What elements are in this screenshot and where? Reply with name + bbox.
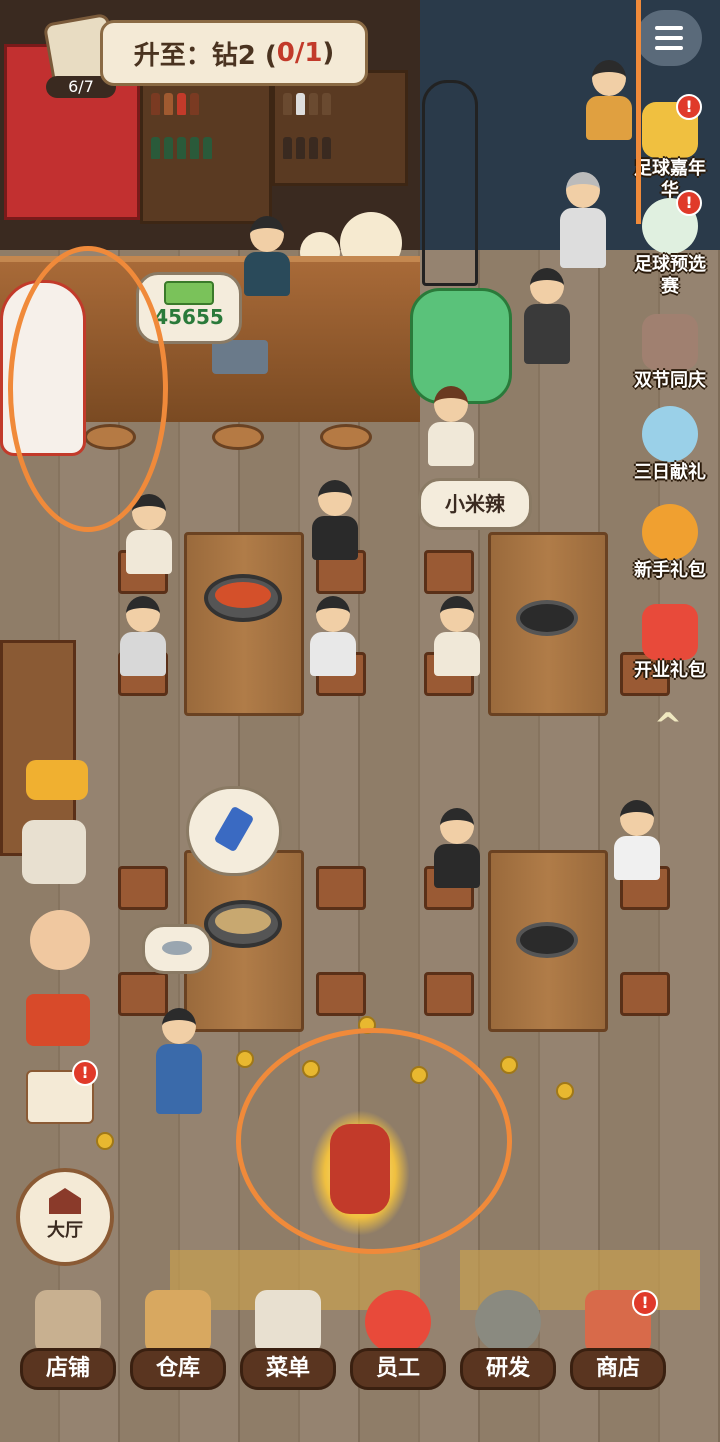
nav-label: 菜单 — [240, 1348, 336, 1390]
hamburger-icon — [655, 26, 683, 30]
seated-customer[interactable] — [434, 808, 480, 888]
event-label: 新手礼包 — [634, 560, 706, 581]
waitress-character[interactable] — [154, 1008, 204, 1128]
chair — [424, 550, 474, 594]
gold-coin[interactable] — [96, 1132, 114, 1150]
event-double-festival[interactable]: 双节同庆 — [626, 314, 714, 392]
event-label: 双节同庆 — [634, 370, 706, 391]
nav-store[interactable]: 商店 ! — [568, 1290, 668, 1400]
event-badge: ! — [676, 190, 702, 216]
goal-prefix: 升至： — [133, 40, 212, 71]
delivery-car-icon[interactable] — [26, 760, 88, 800]
main-menu-button[interactable] — [636, 10, 702, 66]
collapse-events-button[interactable]: ^ — [648, 704, 688, 746]
chair — [620, 972, 670, 1016]
bottle-shelf — [140, 70, 272, 224]
store-badge: ! — [632, 1290, 658, 1316]
nav-menu[interactable]: 菜单 — [238, 1290, 338, 1400]
nav-label: 商店 — [570, 1348, 666, 1390]
laptop — [212, 340, 268, 374]
goal-progress: 0/1 — [276, 38, 323, 68]
customer-walking[interactable] — [556, 172, 610, 282]
gold-coin[interactable] — [556, 1082, 574, 1100]
seated-customer[interactable] — [312, 480, 358, 560]
cash-icon — [164, 281, 214, 305]
annotation-circle — [236, 1028, 512, 1254]
delivery-rider-icon[interactable] — [22, 820, 86, 884]
festival-sign-icon — [642, 314, 698, 370]
hotpot-dish[interactable] — [204, 574, 282, 622]
fish-icon — [162, 941, 192, 955]
nav-staff[interactable]: 员工 — [348, 1290, 448, 1400]
event-three-day-gift[interactable]: 三日献礼 — [626, 406, 714, 484]
storefront-icon — [35, 1290, 101, 1354]
seated-customer[interactable] — [310, 596, 356, 676]
seated-customer[interactable] — [120, 596, 166, 676]
clipboard-icon — [255, 1290, 321, 1354]
nav-research[interactable]: 研发 — [458, 1290, 558, 1400]
chef-avatar-icon — [365, 1290, 431, 1354]
bar-stool — [212, 424, 264, 450]
annotation-circle — [8, 246, 168, 532]
gold-coin[interactable] — [236, 1050, 254, 1068]
cleanup-request-bubble[interactable] — [186, 786, 282, 876]
customer-child[interactable] — [428, 386, 474, 466]
event-label: 三日献礼 — [634, 462, 706, 483]
nav-shop-front[interactable]: 店铺 — [18, 1290, 118, 1400]
empty-burner — [516, 600, 578, 636]
cashier-character[interactable] — [244, 216, 290, 296]
broom-icon — [213, 805, 255, 853]
plant-cage — [422, 80, 478, 286]
nav-warehouse[interactable]: 仓库 — [128, 1290, 228, 1400]
book-badge: ! — [72, 1060, 98, 1086]
event-badge: ! — [676, 94, 702, 120]
nav-label: 店铺 — [20, 1348, 116, 1390]
nav-label: 仓库 — [130, 1348, 226, 1390]
nav-label: 员工 — [350, 1348, 446, 1390]
chair — [316, 866, 366, 910]
hotpot-dish[interactable] — [204, 900, 282, 948]
chair — [424, 972, 474, 1016]
chair — [118, 866, 168, 910]
event-opening-pack[interactable]: 开业礼包 — [626, 604, 714, 682]
fish-order-bubble[interactable] — [142, 924, 212, 974]
empty-burner — [516, 922, 578, 958]
bar-stool — [320, 424, 372, 450]
chair — [316, 972, 366, 1016]
couple-event-icon[interactable] — [30, 910, 90, 970]
customer-walking[interactable] — [520, 268, 574, 368]
order-bubble[interactable]: 小米辣 — [418, 478, 532, 530]
boxes-icon — [145, 1290, 211, 1354]
event-label: 足球预选赛 — [634, 254, 706, 297]
goal-suffix: ) — [322, 38, 335, 68]
goal-rank: 钻2 ( — [211, 40, 277, 71]
nav-label: 研发 — [460, 1348, 556, 1390]
gift-box-icon[interactable] — [26, 994, 90, 1046]
annotation-line — [636, 0, 641, 224]
seated-customer[interactable] — [434, 596, 480, 676]
gift-balls-icon — [642, 504, 698, 560]
character-avatar-icon — [642, 406, 698, 462]
seated-customer[interactable] — [614, 800, 660, 880]
dining-table[interactable] — [184, 532, 304, 716]
bottle-shelf-right — [272, 70, 408, 186]
wok-icon — [475, 1290, 541, 1354]
gold-coin[interactable] — [500, 1056, 518, 1074]
hall-button[interactable]: 大厅 — [16, 1168, 114, 1266]
hall-label: 大厅 — [47, 1220, 83, 1241]
opening-gift-icon — [642, 604, 698, 660]
house-icon — [49, 1188, 81, 1214]
rank-goal-banner[interactable]: 升至： 钻2 (0/1) — [100, 20, 368, 86]
event-newbie-pack[interactable]: 新手礼包 — [626, 504, 714, 582]
event-label: 开业礼包 — [634, 660, 706, 681]
